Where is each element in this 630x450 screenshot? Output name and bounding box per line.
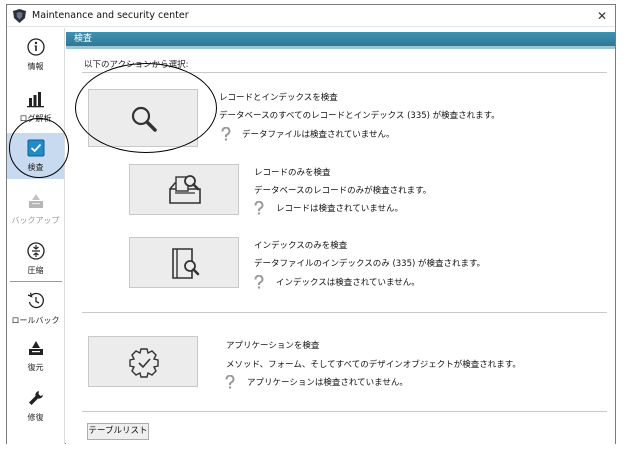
bar-chart-icon [27, 92, 44, 108]
sidebar-item-rollback[interactable]: ロールバック [7, 286, 64, 332]
gear-check-icon [129, 348, 159, 378]
rollback-icon [27, 292, 44, 309]
app-window: Maintenance and security center ✕ 情報 ログ解… [6, 4, 616, 444]
sidebar-item-log-analysis[interactable]: ログ解析 [7, 84, 64, 130]
backup-icon [29, 194, 43, 208]
action-description: データファイルのインデックスのみ (335) が検査されます。 [254, 259, 486, 269]
action-prompt: 以下のアクションから選択: [84, 60, 189, 70]
sidebar-item-compress[interactable]: 圧縮 [7, 236, 64, 282]
inspect-indexes-only-button[interactable] [129, 237, 239, 288]
action-title: インデックスのみを検査 [254, 241, 348, 251]
sidebar-item-backup: バックアップ [7, 186, 64, 232]
repair-icon [29, 391, 43, 405]
section-header-underline [66, 46, 615, 49]
inspect-records-and-indexes-button[interactable] [88, 89, 198, 147]
sidebar-item-label: 圧縮 [27, 266, 44, 275]
info-icon [27, 38, 45, 56]
magnifier-icon [131, 106, 157, 132]
shield-icon [13, 9, 26, 23]
sidebar-item-label: ロールバック [11, 316, 60, 325]
sidebar-item-label: 情報 [27, 62, 44, 71]
sidebar-item-label: バックアップ [11, 216, 60, 225]
action-title: レコードのみを検査 [254, 168, 331, 178]
sidebar-item-label: 検査 [27, 163, 44, 172]
window-title: Maintenance and security center [32, 10, 189, 21]
sidebar-divider [10, 281, 62, 282]
close-button[interactable]: ✕ [593, 7, 611, 25]
title-bar: Maintenance and security center ✕ [7, 5, 615, 27]
action-status: データファイルは検査されていません。 [242, 130, 395, 140]
sidebar: 情報 ログ解析 検査 バックアップ 圧縮 ロールバック 復元 修復 [7, 28, 65, 444]
sidebar-item-label: ログ解析 [19, 114, 52, 123]
sidebar-item-label: 修復 [27, 413, 44, 422]
question-mark-icon [254, 201, 264, 215]
question-mark-icon [225, 375, 235, 389]
action-status: インデックスは検査されていません。 [276, 278, 420, 288]
sidebar-item-restore[interactable]: 復元 [7, 333, 64, 379]
action-title: レコードとインデックスを検査 [219, 93, 338, 103]
book-magnifier-icon [172, 248, 200, 279]
sidebar-item-label: 復元 [27, 363, 44, 372]
question-mark-icon [254, 275, 264, 289]
inspect-records-only-button[interactable] [129, 164, 239, 215]
divider [82, 312, 607, 313]
divider [82, 411, 607, 412]
action-description: メソッド、フォーム、そしてすべてのデザインオブジェクトが検査されます。 [226, 360, 521, 370]
section-header: 検査 [66, 32, 615, 46]
compress-icon [27, 242, 45, 260]
divider [82, 72, 607, 73]
sidebar-item-info[interactable]: 情報 [7, 32, 64, 78]
table-list-button[interactable]: テーブルリスト [87, 423, 149, 440]
inspect-application-button[interactable] [88, 336, 198, 387]
main-panel: 検査 以下のアクションから選択: レコードとインデックスを検査 データベースのす… [66, 28, 615, 444]
action-description: データベースのすべてのレコードとインデックス (335) が検査されます。 [219, 111, 500, 121]
checkbox-icon [27, 139, 45, 157]
action-title: アプリケーションを検査 [226, 341, 320, 351]
sidebar-item-repair[interactable]: 修復 [7, 383, 64, 429]
question-mark-icon [221, 127, 231, 141]
sidebar-item-inspect[interactable]: 検査 [7, 133, 64, 179]
action-description: データベースのレコードのみが検査されます。 [254, 186, 432, 196]
tray-magnifier-icon [169, 175, 201, 204]
restore-icon [29, 341, 43, 355]
action-status: アプリケーションは検査されていません。 [247, 378, 408, 388]
action-status: レコードは検査されていません。 [276, 204, 403, 214]
